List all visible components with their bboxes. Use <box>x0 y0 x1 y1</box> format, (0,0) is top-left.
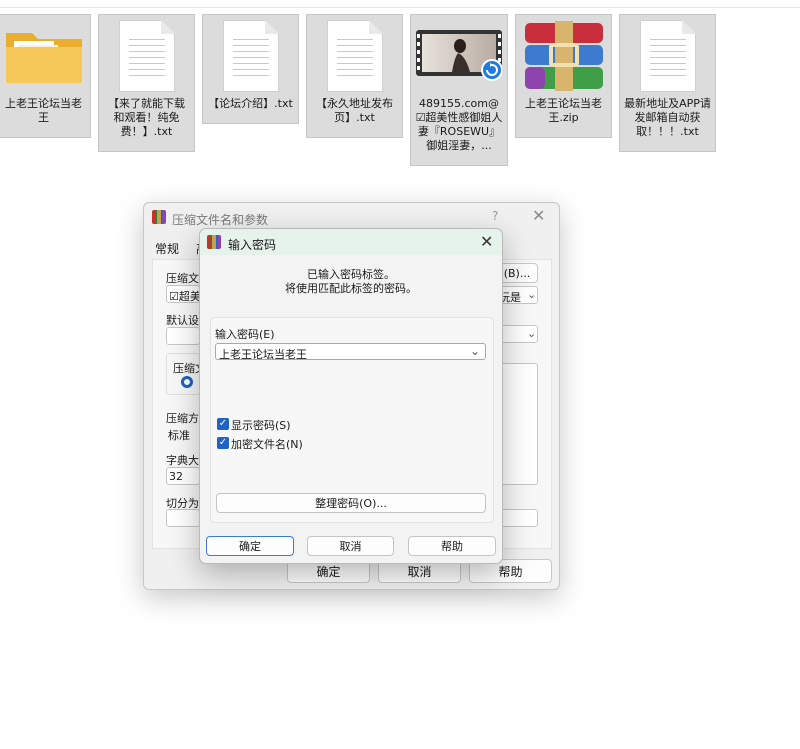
file-name: 最新地址及APP请发邮箱自动获取！！！.txt <box>624 97 711 138</box>
folder-icon <box>4 15 84 97</box>
password-value: 上老王论坛当老王 <box>219 348 307 361</box>
organize-passwords-button[interactable]: 整理密码(O)... <box>216 493 486 513</box>
ok-button[interactable]: 确定 <box>206 536 294 556</box>
close-icon[interactable]: ✕ <box>532 206 545 225</box>
dialog-title: 输入密码 <box>228 238 277 252</box>
encrypt-filenames-label[interactable]: 加密文件名(N) <box>231 436 303 452</box>
desktop-file-txt[interactable]: 【论坛介绍】.txt <box>202 14 299 124</box>
enter-password-dialog: 输入密码 ✕ 已输入密码标签。 将使用匹配此标签的密码。 输入密码(E) 上老王… <box>199 228 503 564</box>
file-name: 上老王论坛当老王 <box>5 97 82 124</box>
top-divider <box>0 7 800 8</box>
show-password-label[interactable]: 显示密码(S) <box>231 417 291 433</box>
password-label: 输入密码(E) <box>215 328 275 341</box>
info-line-2: 将使用匹配此标签的密码。 <box>285 282 417 295</box>
archive-name-label: 压缩文件 <box>166 272 200 285</box>
desktop-file-video[interactable]: 489155.com@☑超美性感御姐人妻『ROSEWU』御姐淫妻，... <box>410 14 508 166</box>
encrypt-filenames-checkbox[interactable]: ✓ <box>217 437 229 449</box>
show-password-checkbox[interactable]: ✓ <box>217 418 229 430</box>
text-file-icon <box>326 15 383 97</box>
help-icon[interactable]: ? <box>492 209 498 223</box>
help-button[interactable]: 帮助 <box>408 536 496 556</box>
file-name: 489155.com@☑超美性感御姐人妻『ROSEWU』御姐淫妻，... <box>415 97 503 152</box>
chevron-down-icon: ⌄ <box>527 288 537 301</box>
default-settings-label: 默认设置 <box>166 314 200 327</box>
desktop-file-zip[interactable]: 上老王论坛当老王.zip <box>515 14 612 138</box>
winrar-app-icon <box>207 235 221 249</box>
desktop-file-txt[interactable]: 【永久地址发布页】.txt <box>306 14 403 138</box>
file-name: 上老王论坛当老王.zip <box>525 97 602 124</box>
text-file-icon <box>222 15 279 97</box>
password-input[interactable]: 上老王论坛当老王 ⌄ <box>215 343 486 361</box>
cancel-button[interactable]: 取消 <box>307 536 394 556</box>
archive-format-label: 压缩文 <box>173 362 199 375</box>
desktop-file-txt[interactable]: 【来了就能下载和观看！纯免费！】.txt <box>98 14 195 152</box>
winrar-app-icon <box>152 210 166 224</box>
chevron-down-icon: ⌄ <box>527 327 537 340</box>
file-name: 【来了就能下载和观看！纯免费！】.txt <box>108 97 185 138</box>
split-volumes-input[interactable] <box>166 509 200 527</box>
video-file-icon <box>416 15 502 97</box>
file-name: 【论坛介绍】.txt <box>208 97 293 110</box>
default-settings-field[interactable] <box>166 327 200 345</box>
close-icon[interactable]: ✕ <box>480 232 493 251</box>
compression-method-label: 压缩方式 <box>166 412 200 425</box>
dialog-title: 压缩文件名和参数 <box>172 213 269 227</box>
text-file-icon <box>118 15 175 97</box>
dictionary-size-select[interactable]: 32 <box>166 467 200 485</box>
archive-format-group: 压缩文 <box>166 353 200 395</box>
format-radio[interactable] <box>181 376 193 388</box>
file-name: 【永久地址发布页】.txt <box>316 97 393 124</box>
winrar-archive-icon <box>521 15 607 97</box>
text-file-icon <box>639 15 696 97</box>
desktop-file-folder[interactable]: 上老王论坛当老王 <box>0 14 91 138</box>
archive-name-input[interactable]: ☑超美 <box>166 285 200 303</box>
tab-general[interactable]: 常规 <box>155 240 179 257</box>
compression-method-value[interactable]: 标准 <box>168 427 200 443</box>
desktop-file-txt[interactable]: 最新地址及APP请发邮箱自动获取！！！.txt <box>619 14 716 152</box>
chevron-down-icon: ⌄ <box>469 344 480 358</box>
dictionary-size-label: 字典大小 <box>166 454 200 467</box>
